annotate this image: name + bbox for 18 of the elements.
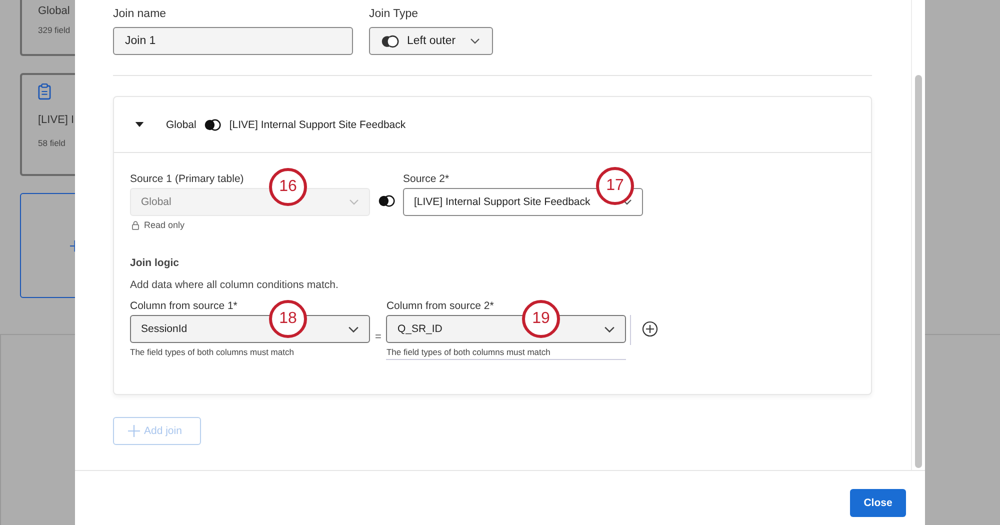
source-title: Global	[38, 5, 70, 17]
field-hint: The field types of both columns must match	[386, 347, 626, 360]
field-hint: The field types of both columns must match	[130, 347, 295, 357]
field-label: Column from source 2*	[386, 300, 494, 312]
source-title: [LIVE] I	[38, 114, 74, 126]
field-label: Source 2*	[403, 173, 450, 185]
read-only-note: Read only	[144, 220, 185, 230]
field-label: Join name	[113, 8, 168, 22]
field-count: 58 field	[38, 138, 66, 148]
field-count: 329 field	[38, 25, 70, 35]
section-title: Join logic	[130, 257, 180, 269]
section-description: Add data where all column conditions match.	[130, 279, 340, 291]
field-label: Join Type	[369, 8, 420, 22]
source-name: [LIVE] Internal Support Site Feedback	[229, 118, 406, 130]
source-name: Global	[166, 118, 196, 130]
field-label: Column from source 1*	[130, 300, 238, 312]
equals-sign: =	[375, 331, 382, 343]
field-label: Source 1 (Primary table)	[130, 173, 244, 185]
